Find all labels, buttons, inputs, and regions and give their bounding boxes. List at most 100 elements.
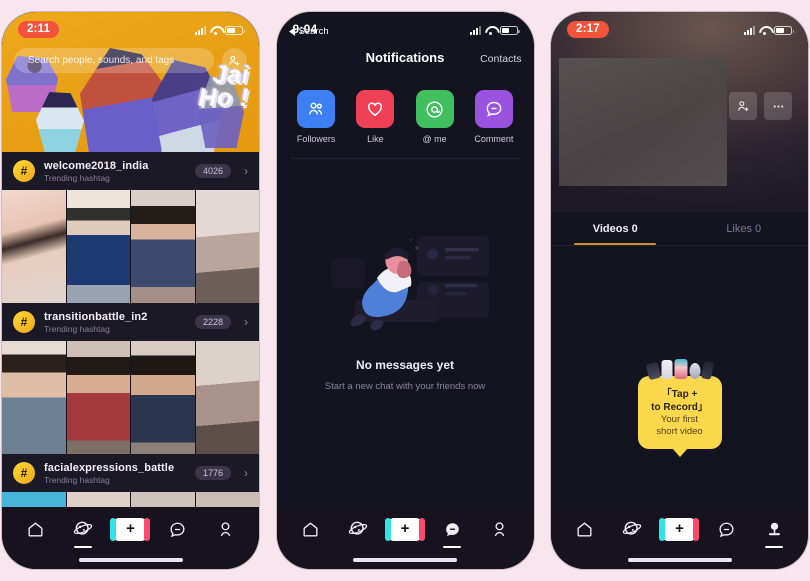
contacts-link[interactable]: Contacts — [480, 53, 521, 65]
hashtag-row-1[interactable]: # welcome2018_india Trending hashtag 402… — [2, 152, 259, 190]
tab-videos[interactable]: Videos 0 — [551, 212, 680, 245]
status-bar: 2:17 — [551, 12, 808, 46]
phone-notifications: 9:04 Search Notifications Contacts Follo… — [276, 12, 534, 569]
battery-icon — [499, 26, 520, 35]
bottom-tab-bar: + — [2, 507, 259, 551]
hashtag-subtitle: Trending hashtag — [44, 474, 110, 485]
add-user-icon[interactable] — [729, 92, 757, 120]
tab-home[interactable] — [293, 512, 327, 546]
notification-type-grid: Followers Like @ me Comment — [277, 76, 534, 156]
tab-messages[interactable] — [161, 512, 195, 546]
tab-profile[interactable] — [757, 512, 791, 546]
plus-icon[interactable]: + — [110, 517, 151, 541]
plus-icon[interactable]: + — [384, 517, 425, 541]
hashtag-row-2[interactable]: # transitionbattle_in2 Trending hashtag … — [2, 303, 259, 341]
wifi-icon — [210, 26, 221, 35]
tooltip-line4: short video — [656, 426, 703, 438]
video-thumbnail[interactable] — [195, 190, 259, 303]
video-thumbnail[interactable] — [66, 341, 131, 454]
status-bar: 9:04 — [277, 12, 534, 46]
video-thumbnail[interactable] — [2, 190, 67, 303]
video-thumbnail[interactable] — [2, 341, 67, 454]
tooltip-line1: 「Tap + — [661, 388, 698, 400]
status-time: 2:11 — [18, 20, 60, 38]
notification-label: Followers — [296, 134, 336, 144]
tab-messages[interactable] — [710, 512, 744, 546]
tab-profile[interactable] — [208, 512, 242, 546]
hashtag-count: 2228 — [194, 315, 231, 329]
profile-avatar[interactable] — [559, 58, 727, 186]
notifications-nav: Search Notifications Contacts — [277, 26, 534, 76]
followers-icon — [297, 90, 336, 128]
tab-discover[interactable] — [66, 512, 100, 546]
status-time: 2:17 — [567, 20, 609, 38]
home-indicator — [276, 551, 534, 569]
message-bubble-icon — [446, 522, 459, 536]
tab-create[interactable]: + — [384, 512, 425, 546]
person-chatting-illustration — [321, 228, 489, 332]
trending-hashtag-list: # welcome2018_india Trending hashtag 402… — [2, 152, 259, 507]
notification-followers[interactable]: Followers — [291, 90, 341, 144]
bottom-tab-bar: + — [551, 507, 808, 551]
notification-label: Like — [367, 134, 384, 144]
person-icon — [495, 521, 505, 536]
tab-profile[interactable] — [483, 512, 517, 546]
empty-state-subtitle: Start a new chat with your friends now — [324, 381, 486, 392]
cellular-signal-icon — [469, 26, 481, 35]
video-thumbnail[interactable] — [66, 190, 131, 303]
tab-discover[interactable] — [341, 512, 375, 546]
status-bar: 2:11 — [2, 12, 259, 46]
video-thumbnail[interactable] — [195, 341, 259, 454]
hashtag-icon: # — [13, 311, 35, 333]
screenshot-stage: 2:11 Jai Ho ! Search people, sounds, and… — [0, 0, 810, 581]
tab-create[interactable]: + — [110, 512, 151, 546]
compass-icon — [622, 521, 642, 535]
notification-like[interactable]: Like — [350, 90, 400, 144]
more-options-icon[interactable] — [764, 92, 792, 120]
notification-at-me[interactable]: @ me — [410, 90, 460, 144]
video-thumbnail[interactable] — [2, 492, 67, 507]
video-thumbnail[interactable] — [195, 492, 259, 507]
video-thumbnail[interactable] — [131, 492, 196, 507]
person-icon — [768, 522, 780, 535]
notification-label: @ me — [422, 134, 447, 144]
tab-discover[interactable] — [615, 512, 649, 546]
plus-icon[interactable]: + — [659, 517, 700, 541]
record-tooltip[interactable]: 「Tap + to Record」 Your first short video — [637, 358, 722, 449]
hashtag-thumbnails-3 — [2, 492, 259, 507]
add-user-icon[interactable] — [222, 48, 247, 73]
hashtag-icon: # — [13, 160, 35, 182]
video-thumbnail[interactable] — [131, 190, 196, 303]
tab-home[interactable] — [19, 512, 53, 546]
video-thumbnail[interactable] — [66, 492, 131, 507]
person-icon — [220, 521, 230, 536]
home-icon — [577, 521, 592, 537]
chevron-right-icon: › — [244, 164, 248, 178]
notification-comment[interactable]: Comment — [469, 90, 519, 144]
plus-glyph: + — [126, 520, 135, 537]
search-input[interactable]: Search people, sounds, and tags — [14, 48, 214, 73]
tab-create[interactable]: + — [659, 512, 700, 546]
hashtag-subtitle: Trending hashtag — [44, 323, 110, 334]
profile-tabs: Videos 0 Likes 0 — [551, 212, 808, 246]
comment-icon — [474, 90, 513, 128]
home-icon — [28, 521, 43, 537]
hashtag-row-3[interactable]: # facialexpressions_battle Trending hash… — [2, 454, 259, 492]
empty-state-title: No messages yet — [355, 358, 455, 372]
hashtag-subtitle: Trending hashtag — [44, 172, 110, 183]
tab-home[interactable] — [568, 512, 602, 546]
video-thumbnail[interactable] — [131, 341, 196, 454]
home-indicator — [2, 551, 259, 569]
discover-screen: 2:11 Jai Ho ! Search people, sounds, and… — [2, 12, 259, 569]
hero-title-line2: Ho ! — [198, 84, 249, 112]
home-indicator — [551, 551, 808, 569]
hashtag-count: 1776 — [194, 466, 231, 480]
status-time: 9:04 — [292, 22, 318, 36]
plus-glyph: + — [675, 520, 684, 537]
tab-messages[interactable] — [435, 512, 469, 546]
chevron-right-icon: › — [244, 315, 248, 329]
tab-likes[interactable]: Likes 0 — [680, 212, 809, 245]
tooltip-line2: to Record」 — [651, 401, 708, 413]
notification-label: Comment — [474, 134, 514, 144]
tooltip-decoration-icons — [645, 358, 714, 380]
